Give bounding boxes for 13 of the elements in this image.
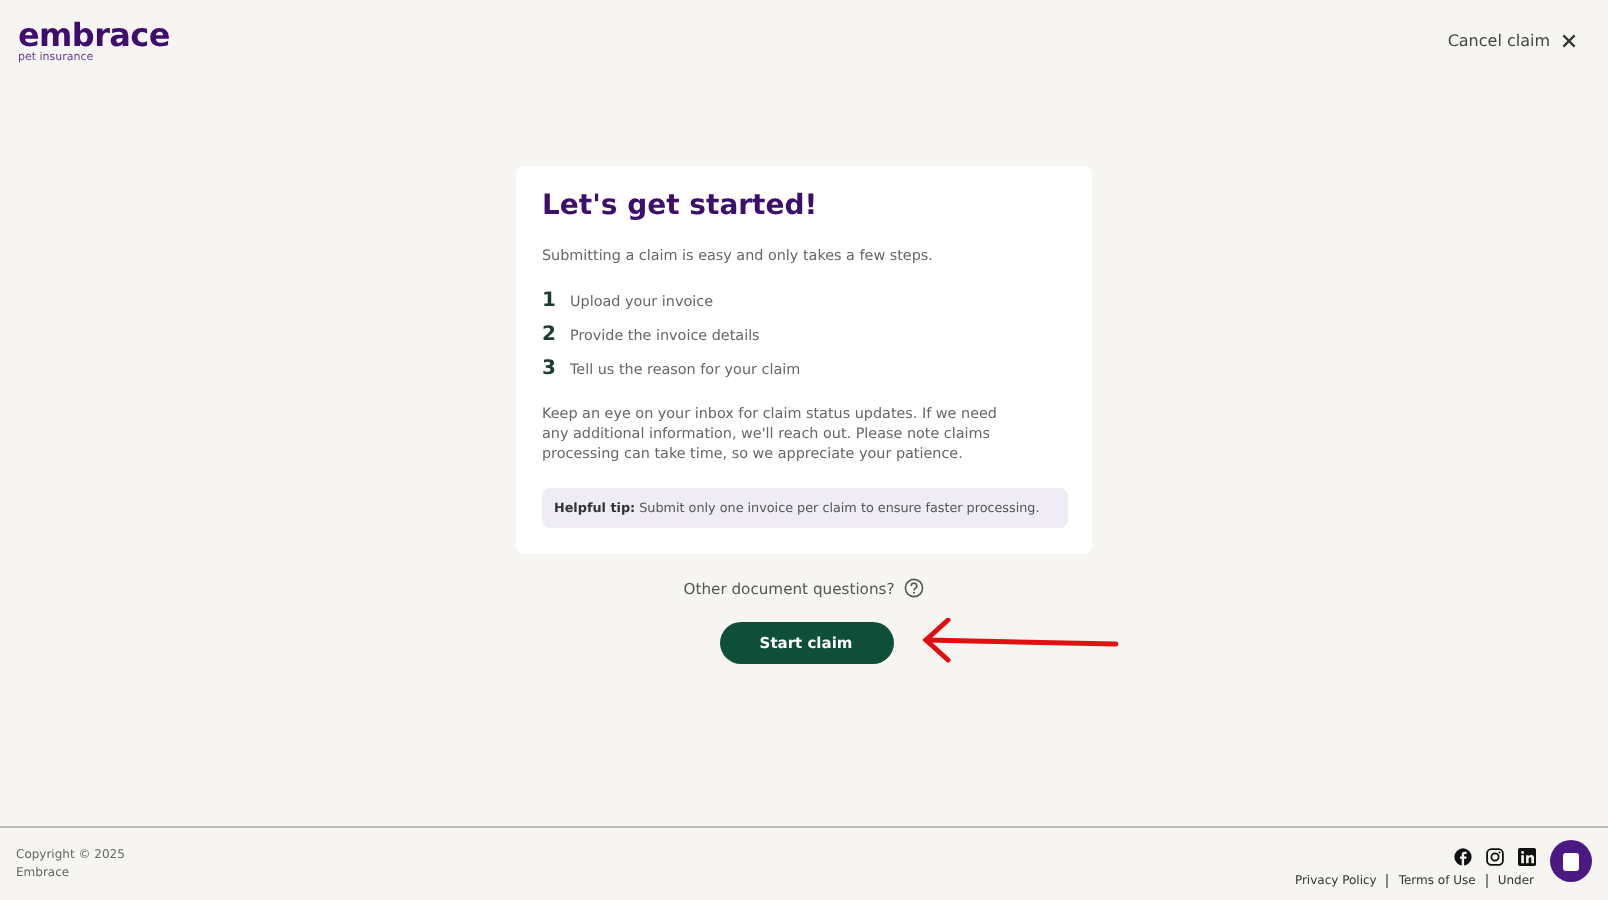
step-number: 1 (542, 290, 554, 312)
linkedin-icon[interactable] (1518, 848, 1536, 866)
step-number: 2 (542, 324, 554, 346)
facebook-icon[interactable] (1454, 848, 1472, 866)
cancel-claim-button[interactable]: Cancel claim (1447, 32, 1576, 50)
help-icon[interactable] (904, 578, 925, 598)
chat-icon (1562, 851, 1580, 871)
instagram-icon[interactable] (1486, 848, 1504, 866)
card-title: Let's get started! (542, 190, 820, 222)
logo-text: embrace (18, 20, 170, 52)
close-icon (1562, 34, 1576, 48)
chat-button[interactable] (1550, 840, 1592, 882)
step-number: 3 (542, 358, 554, 380)
